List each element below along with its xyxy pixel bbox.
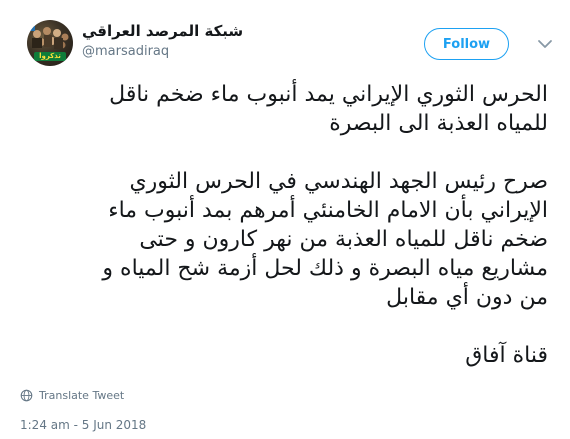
follow-button[interactable]: Follow: [424, 28, 509, 60]
tweet-headline: الحرس الثوري الإيراني يمد أنبوب ماء ضخم …: [109, 82, 548, 136]
user-handle[interactable]: @marsadiraq: [82, 44, 169, 59]
translate-tweet-label: Translate Tweet: [39, 388, 125, 402]
translate-tweet-link[interactable]: Translate Tweet: [20, 387, 124, 403]
globe-icon: [20, 389, 33, 401]
tweet-card: تذكروا شبكة المرصد العراقي @marsadiraq F…: [0, 0, 570, 439]
tweet-source: قناة آفاق: [465, 343, 548, 368]
user-display-name[interactable]: شبكة المرصد العراقي: [82, 22, 243, 40]
tweet-timestamp[interactable]: 1:24 am - 5 Jun 2018: [20, 418, 146, 432]
tweet-body: صرح رئيس الجهد الهندسي في الحرس الثوري ا…: [102, 169, 548, 310]
tweet-text: الحرس الثوري الإيراني يمد أنبوب ماء ضخم …: [20, 80, 548, 370]
avatar-tag: تذكروا: [34, 52, 66, 61]
chevron-down-icon[interactable]: [536, 35, 554, 53]
avatar[interactable]: تذكروا: [27, 20, 73, 66]
